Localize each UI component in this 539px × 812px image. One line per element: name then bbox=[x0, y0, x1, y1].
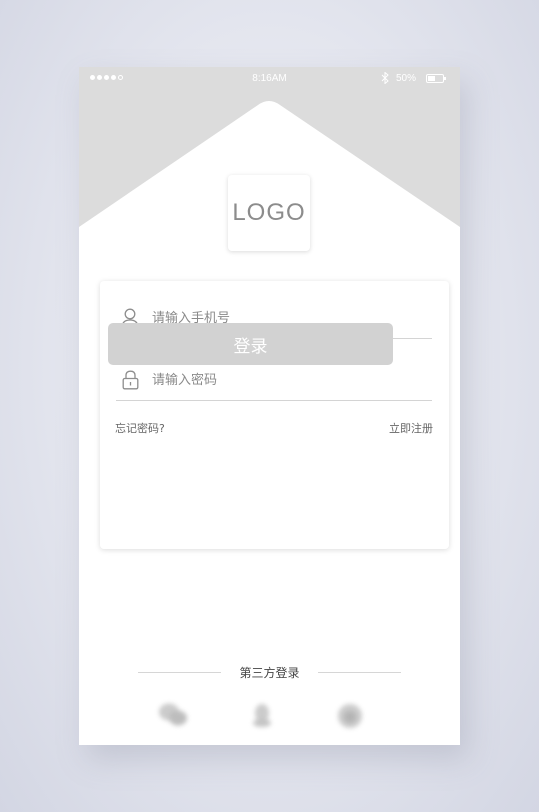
divider-line-right bbox=[318, 672, 401, 673]
link-row: 忘记密码? 立即注册 bbox=[115, 420, 433, 436]
weibo-icon[interactable] bbox=[335, 701, 367, 729]
status-bar: 8:16AM 50% bbox=[79, 67, 460, 91]
battery-percent: 50% bbox=[396, 73, 417, 84]
login-button[interactable]: 登录 bbox=[108, 323, 393, 365]
qq-icon[interactable] bbox=[248, 701, 276, 729]
lock-icon bbox=[120, 369, 140, 391]
battery-icon bbox=[426, 74, 446, 83]
forgot-password-link[interactable]: 忘记密码? bbox=[115, 420, 165, 436]
login-card: 忘记密码? 立即注册 bbox=[100, 281, 449, 549]
phone-screen: 8:16AM 50% LOGO 请输入手机号 忘记密码? 立即注册 登录 第三方… bbox=[79, 67, 460, 745]
third-party-divider: 第三方登录 bbox=[79, 663, 460, 683]
app-logo: LOGO bbox=[228, 175, 310, 251]
wechat-icon[interactable] bbox=[157, 701, 189, 729]
register-link[interactable]: 立即注册 bbox=[389, 420, 433, 436]
password-input[interactable] bbox=[150, 371, 404, 389]
bluetooth-icon bbox=[381, 72, 389, 84]
password-field bbox=[116, 360, 432, 401]
third-party-label: 第三方登录 bbox=[239, 666, 300, 680]
